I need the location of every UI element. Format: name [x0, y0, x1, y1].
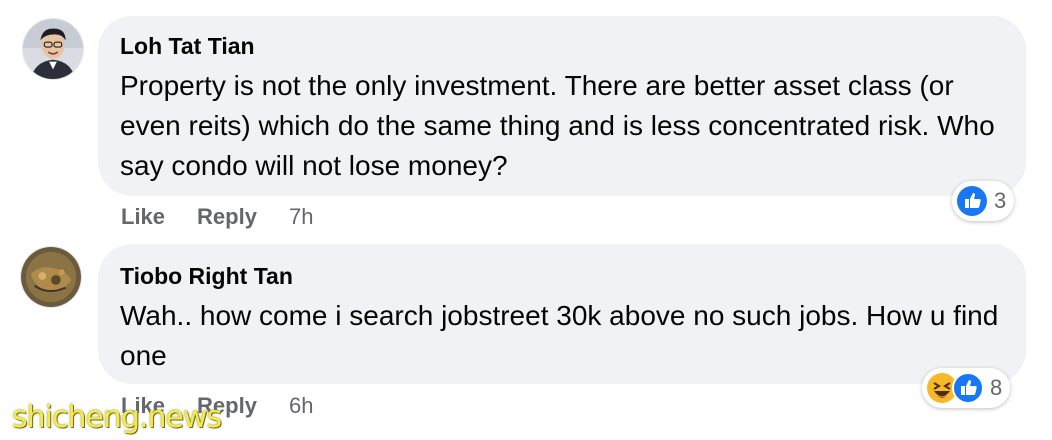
comment-text: Wah.. how come i search jobstreet 30k ab… — [120, 300, 999, 371]
comment-actions: Like Reply 7h — [121, 204, 313, 230]
avatar[interactable] — [20, 246, 82, 308]
watermark: shicheng.news — [12, 400, 222, 435]
like-icon — [957, 186, 987, 216]
comment-bubble: Tiobo Right Tan Wah.. how come i search … — [98, 244, 1026, 384]
reaction-summary[interactable]: 3 — [952, 181, 1015, 221]
profile-photo-tiobo-right-tan — [21, 247, 81, 307]
reply-button[interactable]: Reply — [197, 204, 257, 230]
avatar[interactable] — [22, 18, 84, 80]
reaction-count: 3 — [994, 188, 1007, 213]
reaction-summary[interactable]: 8 — [922, 368, 1011, 408]
profile-photo-loh-tat-tian — [23, 19, 83, 79]
comment-bubble: Loh Tat Tian Property is not the only in… — [98, 16, 1026, 196]
reaction-count: 8 — [990, 375, 1003, 400]
comment-author-name[interactable]: Loh Tat Tian — [120, 32, 1004, 60]
comment-timestamp[interactable]: 7h — [289, 204, 313, 230]
comment-timestamp[interactable]: 6h — [289, 393, 313, 419]
comment-text: Property is not the only investment. The… — [120, 70, 995, 181]
like-button[interactable]: Like — [121, 204, 165, 230]
like-icon — [952, 372, 984, 404]
comment-author-name[interactable]: Tiobo Right Tan — [120, 262, 1004, 290]
